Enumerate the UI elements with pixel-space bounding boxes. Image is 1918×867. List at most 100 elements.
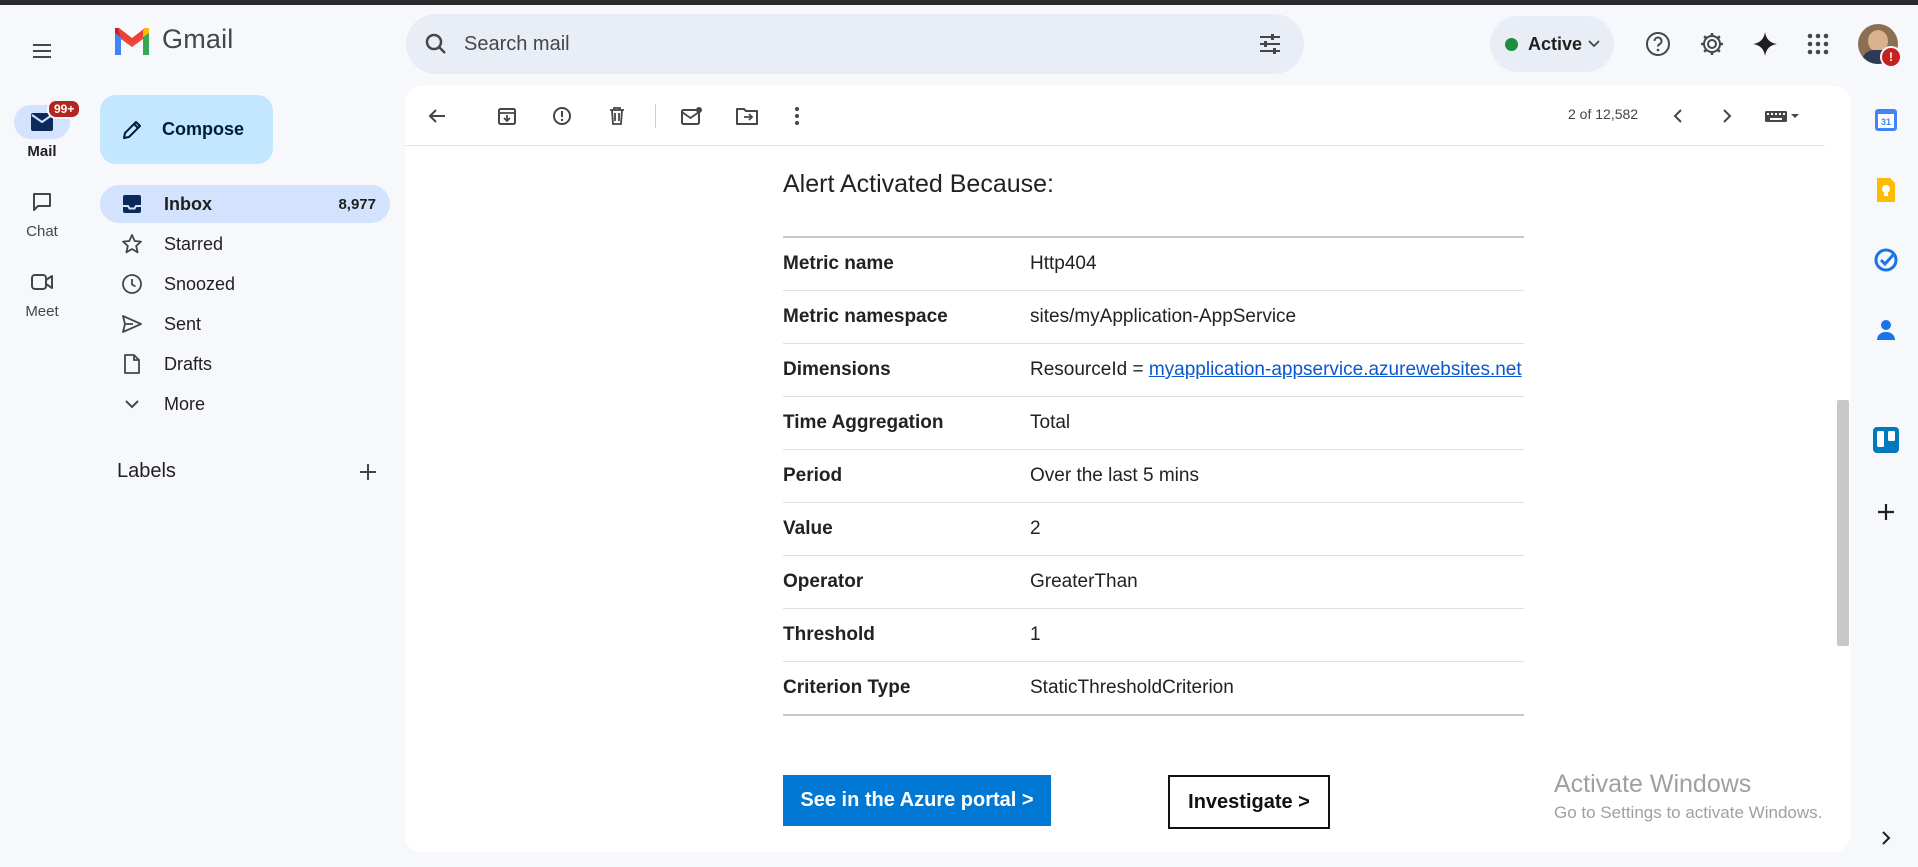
left-rail: 99+ Mail Chat Meet bbox=[0, 5, 84, 867]
keep-icon bbox=[1877, 178, 1895, 202]
folder-nav: Inbox 8,977 Starred Snoozed Sent Drafts … bbox=[100, 185, 390, 425]
help-icon bbox=[1646, 32, 1670, 56]
pencil-icon bbox=[123, 120, 141, 139]
nav-label-inbox: Inbox bbox=[164, 193, 212, 214]
rail-label-chat: Chat bbox=[26, 223, 58, 240]
rail-item-mail[interactable]: 99+ Mail bbox=[0, 99, 84, 160]
message-panel: 2 of 12,582 Alert Activated Because: Met… bbox=[405, 86, 1850, 852]
nav-item-sent[interactable]: Sent bbox=[100, 305, 390, 343]
older-button[interactable] bbox=[1707, 96, 1747, 136]
contacts-icon bbox=[1877, 320, 1895, 340]
rail-item-meet[interactable]: Meet bbox=[0, 265, 84, 320]
hamburger-icon bbox=[33, 44, 51, 58]
row-key: Dimensions bbox=[783, 343, 1030, 397]
window-top-strip bbox=[0, 0, 1918, 5]
status-label: Active bbox=[1528, 33, 1583, 54]
chevron-down-icon bbox=[1588, 40, 1600, 48]
keep-app-button[interactable] bbox=[1868, 172, 1904, 208]
table-row: Metric name Http404 bbox=[783, 237, 1524, 291]
search-icon bbox=[425, 33, 446, 54]
chevron-right-icon bbox=[1882, 831, 1891, 845]
compose-button[interactable]: Compose bbox=[100, 95, 273, 164]
table-row: Operator GreaterThan bbox=[783, 555, 1524, 609]
table-row: Period Over the last 5 mins bbox=[783, 449, 1524, 503]
folder-move-icon bbox=[736, 108, 758, 125]
row-key: Period bbox=[783, 449, 1030, 503]
status-dropdown[interactable]: Active bbox=[1490, 16, 1614, 72]
status-dot bbox=[1505, 37, 1518, 51]
apps-icon bbox=[1807, 33, 1829, 55]
nav-label-more: More bbox=[164, 393, 206, 414]
back-button[interactable] bbox=[417, 96, 457, 136]
nav-item-inbox[interactable]: Inbox 8,977 bbox=[100, 185, 390, 223]
row-value: 1 bbox=[1030, 608, 1524, 662]
move-to-button[interactable] bbox=[727, 96, 767, 136]
azure-portal-button[interactable]: See in the Azure portal > bbox=[783, 775, 1051, 826]
watermark-title: Activate Windows bbox=[1554, 770, 1752, 798]
calendar-app-button[interactable]: 31 bbox=[1868, 102, 1904, 138]
main-menu-button[interactable] bbox=[22, 31, 62, 71]
contacts-app-button[interactable] bbox=[1868, 312, 1904, 348]
nav-label-sent: Sent bbox=[164, 313, 202, 334]
settings-button[interactable] bbox=[1692, 24, 1732, 64]
add-label-icon[interactable] bbox=[359, 463, 377, 481]
table-row: Value 2 bbox=[783, 502, 1524, 556]
table-row: Time Aggregation Total bbox=[783, 396, 1524, 450]
nav-item-more[interactable]: More bbox=[100, 385, 390, 423]
gmail-logo[interactable]: Gmail bbox=[112, 24, 234, 55]
watermark-subtitle: Go to Settings to activate Windows. bbox=[1554, 803, 1823, 822]
get-addons-button[interactable] bbox=[1868, 494, 1904, 530]
more-options-button[interactable] bbox=[777, 96, 817, 136]
chat-icon bbox=[33, 193, 51, 211]
archive-button[interactable] bbox=[487, 96, 527, 136]
trello-app-button[interactable] bbox=[1868, 422, 1904, 458]
labels-title: Labels bbox=[117, 460, 176, 482]
tune-icon bbox=[1260, 34, 1280, 54]
nav-label-drafts: Drafts bbox=[164, 353, 213, 374]
arrow-back-icon bbox=[428, 109, 445, 123]
rail-label-mail: Mail bbox=[27, 143, 57, 160]
archive-icon bbox=[498, 108, 516, 125]
investigate-button[interactable]: Investigate > bbox=[1168, 775, 1330, 829]
report-spam-button[interactable] bbox=[542, 96, 582, 136]
row-key: Metric name bbox=[783, 237, 1030, 291]
delete-button[interactable] bbox=[597, 96, 637, 136]
nav-label-snoozed: Snoozed bbox=[164, 273, 236, 294]
gemini-button[interactable] bbox=[1745, 24, 1785, 64]
resource-link[interactable]: myapplication-appservice.azurewebsites.n… bbox=[1149, 359, 1522, 380]
chevron-right-icon bbox=[1723, 109, 1732, 123]
apps-button[interactable] bbox=[1798, 24, 1838, 64]
help-button[interactable] bbox=[1638, 24, 1678, 64]
row-key: Value bbox=[783, 502, 1030, 556]
row-key: Time Aggregation bbox=[783, 396, 1030, 450]
show-side-panel-button[interactable] bbox=[1868, 820, 1904, 856]
svg-text:31: 31 bbox=[1881, 117, 1891, 127]
inbox-icon bbox=[123, 195, 141, 213]
row-value: Over the last 5 mins bbox=[1030, 449, 1524, 503]
nav-label-starred: Starred bbox=[164, 233, 224, 254]
scrollbar-thumb[interactable] bbox=[1837, 400, 1849, 646]
rail-item-chat[interactable]: Chat bbox=[0, 185, 84, 240]
spam-icon bbox=[553, 107, 571, 125]
draft-icon bbox=[124, 354, 140, 374]
inbox-count: 8,977 bbox=[338, 195, 376, 213]
table-row: Criterion Type StaticThresholdCriterion bbox=[783, 662, 1524, 716]
row-value: Http404 bbox=[1030, 237, 1524, 291]
search-options-button[interactable] bbox=[1250, 24, 1290, 64]
trello-icon bbox=[1873, 427, 1899, 453]
settings-icon bbox=[1701, 33, 1723, 55]
row-value: GreaterThan bbox=[1030, 555, 1524, 609]
chevron-down-icon bbox=[125, 400, 139, 409]
row-key: Metric namespace bbox=[783, 290, 1030, 344]
add-icon bbox=[1878, 504, 1894, 520]
newer-button[interactable] bbox=[1658, 96, 1698, 136]
input-tools-button[interactable] bbox=[1757, 96, 1807, 136]
nav-item-snoozed[interactable]: Snoozed bbox=[100, 265, 390, 303]
search-button[interactable] bbox=[422, 30, 450, 58]
search-input[interactable] bbox=[462, 31, 1250, 57]
nav-item-starred[interactable]: Starred bbox=[100, 225, 390, 263]
account-alert-icon: ! bbox=[1880, 46, 1902, 68]
nav-item-drafts[interactable]: Drafts bbox=[100, 345, 390, 383]
tasks-app-button[interactable] bbox=[1868, 242, 1904, 278]
mark-unread-button[interactable] bbox=[672, 96, 712, 136]
